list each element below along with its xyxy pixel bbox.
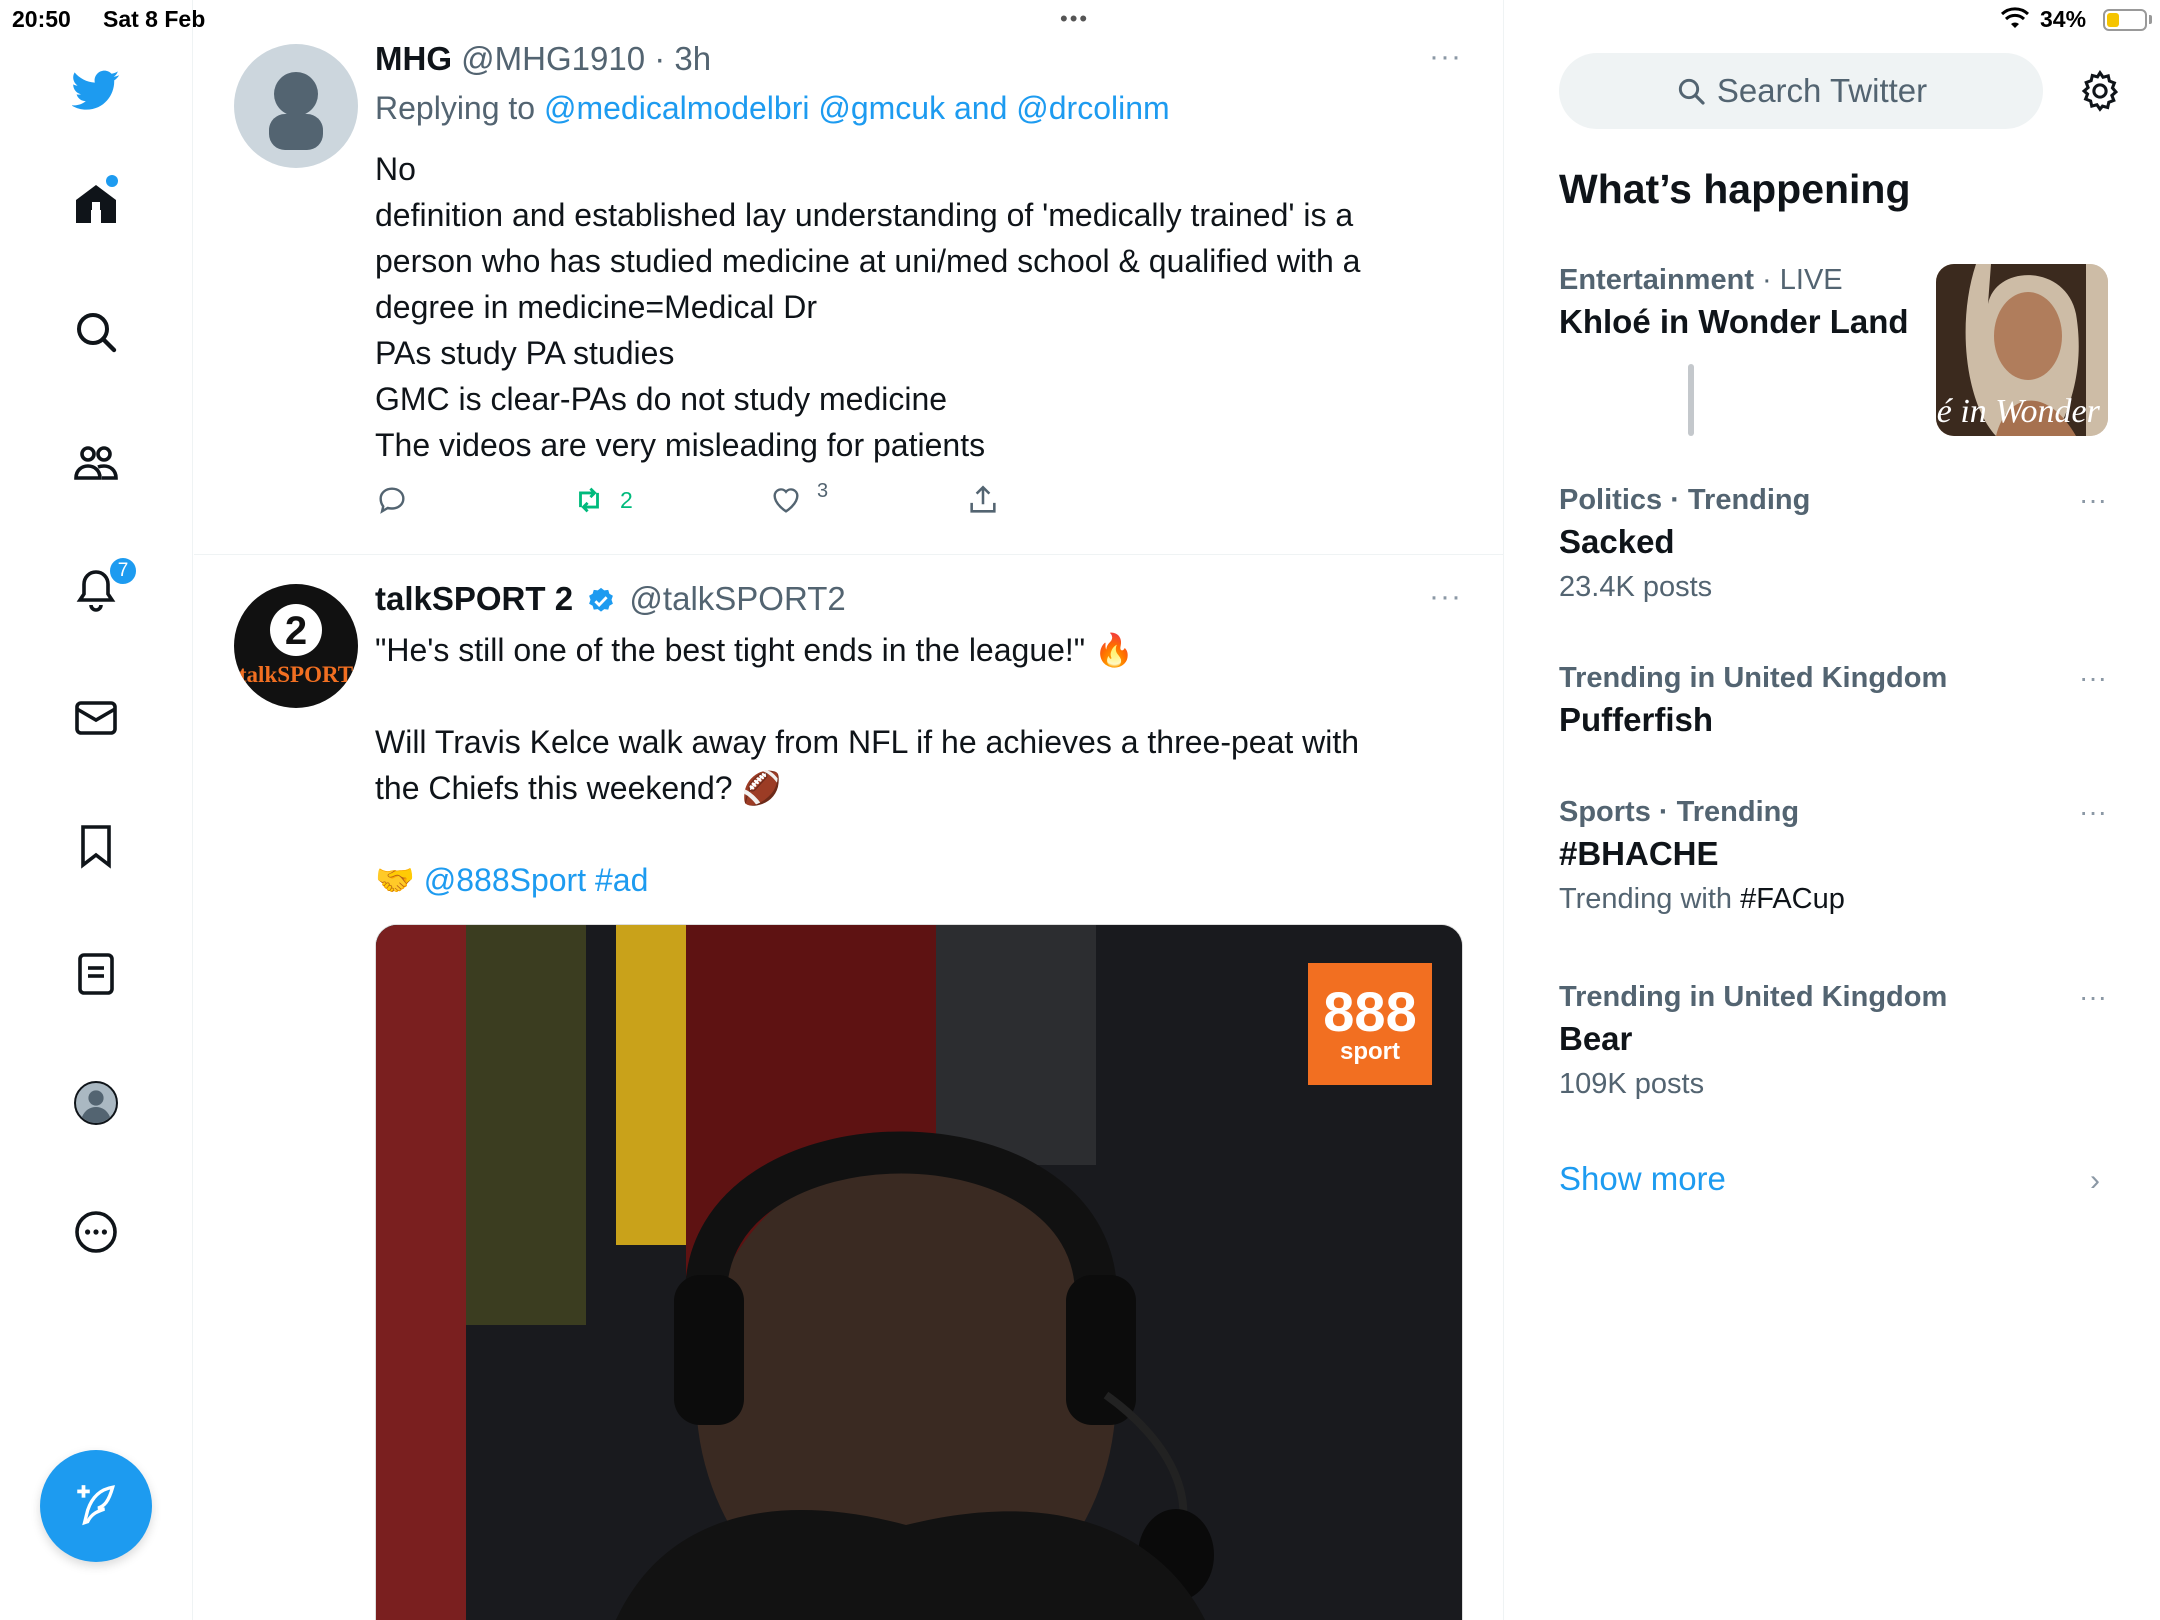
timeline-feed: MHG @MHG1910 · 3h ··· Replying to @medic… [194,0,1694,1620]
trend-name: Sacked [1559,523,1675,560]
like-button[interactable]: 3 [769,479,829,517]
handshake-emoji: 🤝 [375,862,415,898]
left-navigation: 7 [0,0,193,1620]
heart-icon [773,488,799,513]
tweet-header: talkSPORT 2 @talkSPORT2 [375,580,846,618]
tweet-line: PAs study PA studies [375,335,675,371]
tweet-line: Will Travis Kelce walk away from NFL if … [375,724,1360,760]
search-placeholder: Search Twitter [1716,72,1928,109]
messages-icon[interactable] [68,690,124,746]
trend-category: Trending in United Kingdom [1559,981,1948,1013]
talksport2-avatar[interactable]: 2 talkSPORT [234,584,358,708]
search-twitter-input[interactable]: Search Twitter [1559,53,2043,129]
trend-item[interactable]: Politics · Trending Sacked 23.4K posts [1559,484,2119,604]
trend-name: #BHACHE [1559,835,1719,872]
trend-more-icon[interactable]: ··· [2079,662,2107,694]
trend-category: Politics · Trending [1559,484,1811,516]
avatar-number: 2 [285,609,307,653]
trend-sub-prefix: Trending with [1559,883,1741,915]
trend-name: Bear [1559,1020,1633,1057]
replying-to: Replying to @medicalmodelbri @gmcuk and … [375,90,1170,127]
trend-item[interactable]: Sports · Trending #BHACHE Trending with … [1559,796,2119,916]
trend-category: Entertainment [1559,264,1754,296]
sponsor-links[interactable]: @888Sport #ad [424,862,649,898]
tweet-author-handle[interactable]: @MHG1910 [461,40,645,77]
tweet-author-name[interactable]: MHG [375,40,452,77]
profile-avatar[interactable] [68,1075,124,1131]
trend-category: Trending in United Kingdom [1559,662,1948,694]
trend-thumbnail[interactable]: é in Wonder L [1936,264,2108,436]
retweet-button[interactable]: 2 [572,483,633,517]
trend-post-count: 109K posts [1559,1068,1705,1100]
tweet-text: No definition and established lay unders… [375,146,1360,468]
avatar-text: talkSPORT [239,662,353,687]
trend-category: Sports · Trending [1559,796,1800,828]
tweet-line: the Chiefs this weekend? 🏈 [375,770,782,806]
more-icon[interactable] [68,1204,124,1260]
tweet-author-name[interactable]: talkSPORT 2 [375,580,573,617]
like-count: 3 [817,479,829,502]
thumbnail-text: é in Wonder L [1937,393,2108,430]
retweet-icon [579,487,599,513]
settings-gear-icon[interactable] [2077,68,2123,114]
retweet-count: 2 [620,486,633,513]
tweet-time[interactable]: · 3h [645,40,711,77]
tweet-mhg[interactable]: MHG @MHG1910 · 3h ··· Replying to @medic… [194,0,1504,555]
888sport-logo: 888 sport [1308,963,1432,1085]
tweet-line: "He's still one of the best tight ends i… [375,632,1134,668]
twitter-bird-icon[interactable] [68,62,124,118]
trend-sub: Trending with #FACup [1559,883,2119,916]
compose-tweet-button[interactable] [40,1450,152,1562]
video-frame [376,925,1462,1620]
default-avatar[interactable] [234,44,358,168]
tweet-line: The videos are very misleading for patie… [375,427,986,463]
tweet-more-icon[interactable]: ··· [1429,40,1462,74]
tweet-header: MHG @MHG1910 · 3h [375,40,711,78]
trend-item[interactable]: Trending in United Kingdom Pufferfish [1559,662,2119,739]
tweet-line: person who has studied medicine at uni/m… [375,243,1361,279]
tweet-more-icon[interactable]: ··· [1429,580,1462,614]
tweet-sponsor-line: 🤝 @888Sport #ad [375,857,1359,903]
show-more-link[interactable]: Show more [1559,1160,1726,1198]
verified-badge-icon [589,588,614,612]
reply-users-link[interactable]: @medicalmodelbri @gmcuk and @drcolinm [544,90,1170,126]
reply-button[interactable] [375,483,409,517]
tweet-line: No [375,151,416,187]
tweet-video-media[interactable]: 888 sport [375,924,1463,1620]
trend-sub-hashtag[interactable]: #FACup [1740,883,1845,915]
trend-more-icon[interactable]: ··· [2079,981,2107,1013]
home-unread-dot [106,175,118,187]
tweet-line: definition and established lay understan… [375,197,1354,233]
compose-icon [77,1485,115,1526]
trend-name: Pufferfish [1559,701,1714,738]
tweet-text: "He's still one of the best tight ends i… [375,627,1359,903]
tweet-line: GMC is clear-PAs do not study medicine [375,381,948,417]
right-sidebar: Search Twitter What’s happening Entertai… [1505,0,2160,1620]
trend-qualifier: · LIVE [1753,264,1843,296]
trend-more-icon[interactable]: ··· [2079,796,2107,828]
reply-icon [379,487,405,514]
brand-888: 888 [1323,980,1417,1043]
tweet-line: degree in medicine=Medical Dr [375,289,817,325]
communities-icon[interactable] [68,434,124,490]
tweet-actions: 2 3 [375,479,1075,527]
tweet-author-handle[interactable]: @talkSPORT2 [629,580,845,617]
bookmarks-icon[interactable] [68,818,124,874]
trend-more-icon[interactable]: ··· [2079,484,2107,516]
replying-prefix: Replying to [375,90,544,126]
brand-sport: sport [1340,1038,1400,1065]
lists-icon[interactable] [68,946,124,1002]
whats-happening-heading: What’s happening [1559,166,1911,212]
trend-post-count: 23.4K posts [1559,571,1713,603]
share-icon [970,485,996,513]
search-icon[interactable] [68,304,124,360]
share-button[interactable] [966,483,1000,517]
search-icon [1678,78,1705,105]
chevron-right-icon[interactable]: › [2090,1164,2100,1198]
notifications-badge: 7 [108,556,138,586]
trend-item[interactable]: Trending in United Kingdom Bear 109K pos… [1559,981,2119,1101]
